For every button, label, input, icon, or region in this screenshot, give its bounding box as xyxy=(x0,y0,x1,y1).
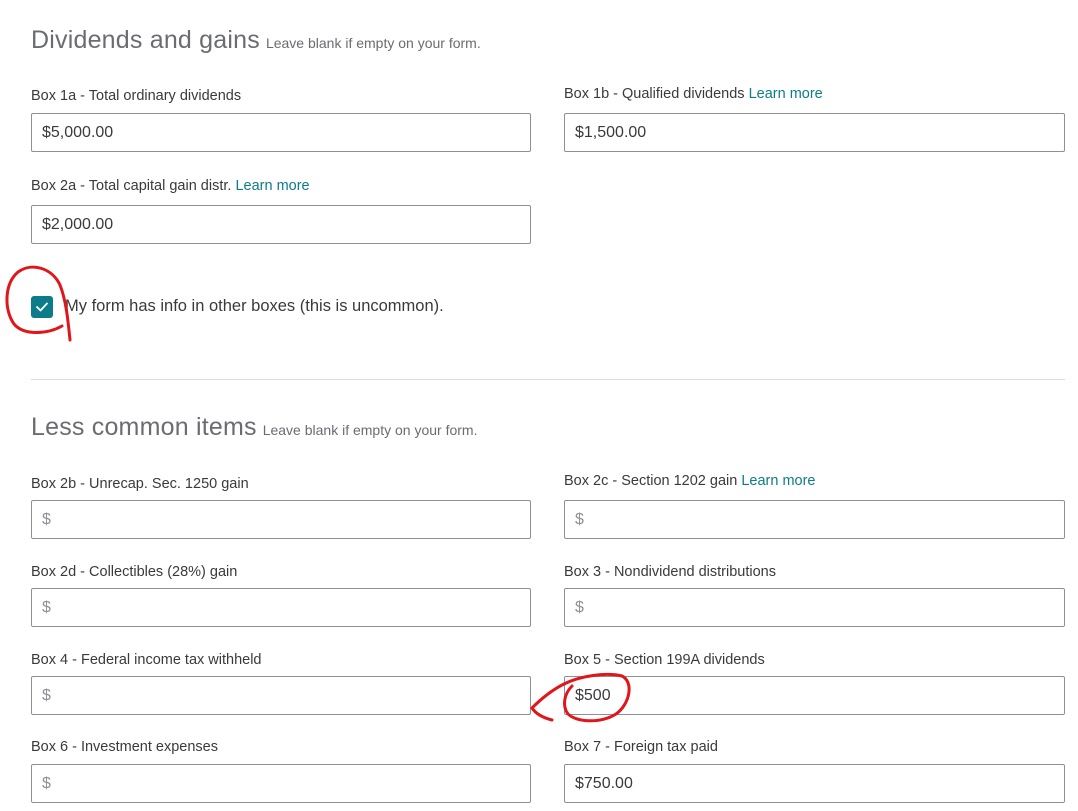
box1a-label-text: Box 1a - Total ordinary dividends xyxy=(31,88,242,104)
dividends-section-header: Dividends and gains Leave blank if empty … xyxy=(31,26,481,55)
box1a-input[interactable] xyxy=(31,113,531,152)
less-common-section-title: Less common items xyxy=(31,413,257,441)
box6-label-text: Box 6 - Investment expenses xyxy=(31,739,218,755)
box1b-label-text: Box 1b - Qualified dividends xyxy=(564,86,745,102)
box2d-label-text: Box 2d - Collectibles (28%) gain xyxy=(31,564,238,580)
box5-input[interactable] xyxy=(564,676,1065,715)
box3-input[interactable] xyxy=(564,588,1065,627)
box6-input[interactable] xyxy=(31,764,531,803)
box1b-learn-more-link[interactable]: Learn more xyxy=(749,86,823,102)
box4-input[interactable] xyxy=(31,676,531,715)
box6-label: Box 6 - Investment expenses xyxy=(31,739,218,755)
checkmark-icon xyxy=(36,302,48,312)
box2b-label: Box 2b - Unrecap. Sec. 1250 gain xyxy=(31,476,249,492)
other-boxes-label[interactable]: My form has info in other boxes (this is… xyxy=(65,297,444,316)
box2a-label: Box 2a - Total capital gain distr. Learn… xyxy=(31,178,310,194)
box1b-input[interactable] xyxy=(564,113,1065,152)
annotation-tail-box5 xyxy=(530,706,554,722)
box4-label: Box 4 - Federal income tax withheld xyxy=(31,652,262,668)
box2a-learn-more-link[interactable]: Learn more xyxy=(235,178,309,194)
box7-input[interactable] xyxy=(564,764,1065,803)
other-boxes-checkbox[interactable] xyxy=(31,296,53,318)
less-common-section-hint: Leave blank if empty on your form. xyxy=(262,422,478,438)
box3-label-text: Box 3 - Nondividend distributions xyxy=(564,564,776,580)
box2a-label-text: Box 2a - Total capital gain distr. xyxy=(31,178,232,194)
box2c-learn-more-link[interactable]: Learn more xyxy=(741,473,815,489)
box2c-label: Box 2c - Section 1202 gain Learn more xyxy=(564,473,816,489)
box2c-input[interactable] xyxy=(564,500,1065,539)
box1a-label: Box 1a - Total ordinary dividends xyxy=(31,88,241,104)
box7-label-text: Box 7 - Foreign tax paid xyxy=(564,739,718,755)
section-divider xyxy=(31,379,1065,380)
box7-label: Box 7 - Foreign tax paid xyxy=(564,739,718,755)
box1b-label: Box 1b - Qualified dividends Learn more xyxy=(564,86,823,102)
dividends-section-hint: Leave blank if empty on your form. xyxy=(265,35,481,51)
less-common-section-header: Less common items Leave blank if empty on… xyxy=(31,413,477,442)
dividends-section-title: Dividends and gains xyxy=(31,26,260,54)
box2c-label-text: Box 2c - Section 1202 gain xyxy=(564,473,738,489)
box2a-input[interactable] xyxy=(31,205,531,244)
box3-label: Box 3 - Nondividend distributions xyxy=(564,564,776,580)
box2d-label: Box 2d - Collectibles (28%) gain xyxy=(31,564,237,580)
box2b-label-text: Box 2b - Unrecap. Sec. 1250 gain xyxy=(31,476,249,492)
box4-label-text: Box 4 - Federal income tax withheld xyxy=(31,652,262,668)
box5-label-text: Box 5 - Section 199A dividends xyxy=(564,652,765,668)
box5-label: Box 5 - Section 199A dividends xyxy=(564,652,765,668)
box2b-input[interactable] xyxy=(31,500,531,539)
box2d-input[interactable] xyxy=(31,588,531,627)
